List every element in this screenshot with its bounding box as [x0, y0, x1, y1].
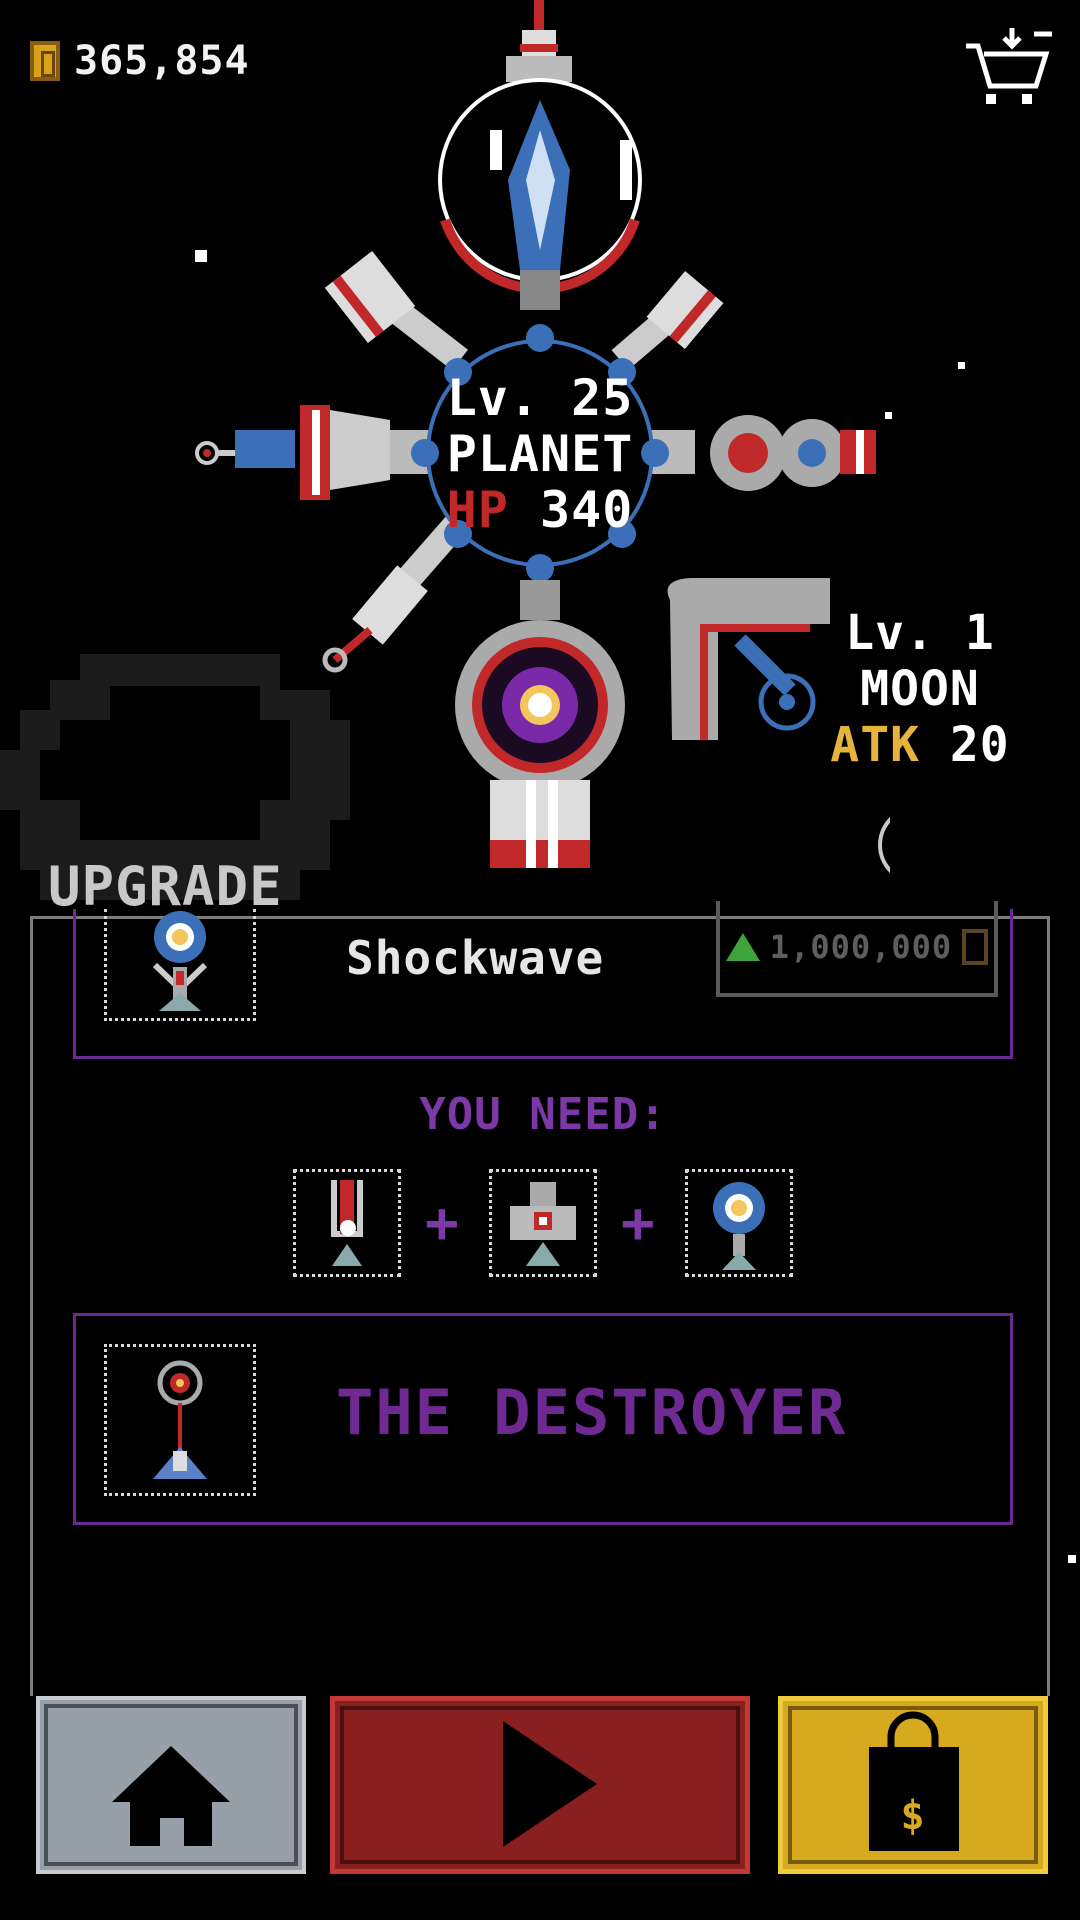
moon-name: MOON [860, 661, 980, 717]
upgrade-price: 1,000,000 [769, 928, 953, 966]
shop-dollar-symbol: $ [900, 1793, 926, 1839]
upgrade-price-button[interactable]: 1,000,000 [716, 901, 998, 997]
result-item-name: THE DESTROYER [336, 1376, 848, 1449]
coin-icon [30, 41, 60, 81]
required-item-slot[interactable] [489, 1169, 597, 1277]
atk-value: 20 [949, 717, 1010, 773]
plus-icon: + [621, 1191, 655, 1256]
home-button[interactable] [36, 1696, 306, 1874]
destroyer-turret-icon [153, 1360, 207, 1479]
shockwave-turret-icon [713, 1182, 765, 1270]
upgrade-panel: Shockwave 1,000,000 YOU NEED: + + THE DE… [30, 901, 1050, 1696]
planet-name: PLANET [446, 425, 634, 483]
upgrade-item-name: Shockwave [346, 931, 605, 985]
laser-turret-icon [331, 1180, 363, 1266]
shop-button[interactable]: $ [778, 1696, 1048, 1874]
plus-icon: + [425, 1191, 459, 1256]
cannon-turret-icon [510, 1182, 576, 1266]
star [958, 362, 965, 369]
planet-stats: Lv. 25 PLANET HP 340 [430, 370, 650, 538]
moon-atk: ATK 20 [820, 717, 1020, 773]
play-icon [503, 1721, 597, 1847]
coin-icon [962, 929, 989, 965]
required-item-slot[interactable] [685, 1169, 793, 1277]
required-item-slot[interactable] [293, 1169, 401, 1277]
shop-bag-icon [869, 1711, 959, 1851]
star [1068, 1555, 1076, 1563]
play-button[interactable] [330, 1696, 750, 1874]
hp-label: HP [446, 481, 509, 539]
result-upgrade-card[interactable]: THE DESTROYER [73, 1313, 1013, 1525]
moon-stats: Lv. 1 MOON ATK 20 [820, 605, 1020, 773]
shockwave-turret-icon [152, 911, 208, 1011]
cart-icon[interactable] [964, 24, 1054, 108]
shockwave-slot [104, 909, 256, 1021]
home-icon [112, 1746, 230, 1846]
arrow-up-icon [725, 933, 760, 961]
requirement-label: YOU NEED: [419, 1089, 667, 1140]
moon-level: Lv. 1 [845, 605, 995, 661]
atk-label: ATK [830, 717, 920, 773]
planet-hp: HP 340 [430, 482, 650, 538]
planet-level: Lv. 25 [446, 369, 634, 427]
destroyer-slot [104, 1344, 256, 1496]
hp-value: 340 [540, 481, 634, 539]
current-upgrade-card[interactable]: Shockwave 1,000,000 [73, 901, 1013, 1059]
